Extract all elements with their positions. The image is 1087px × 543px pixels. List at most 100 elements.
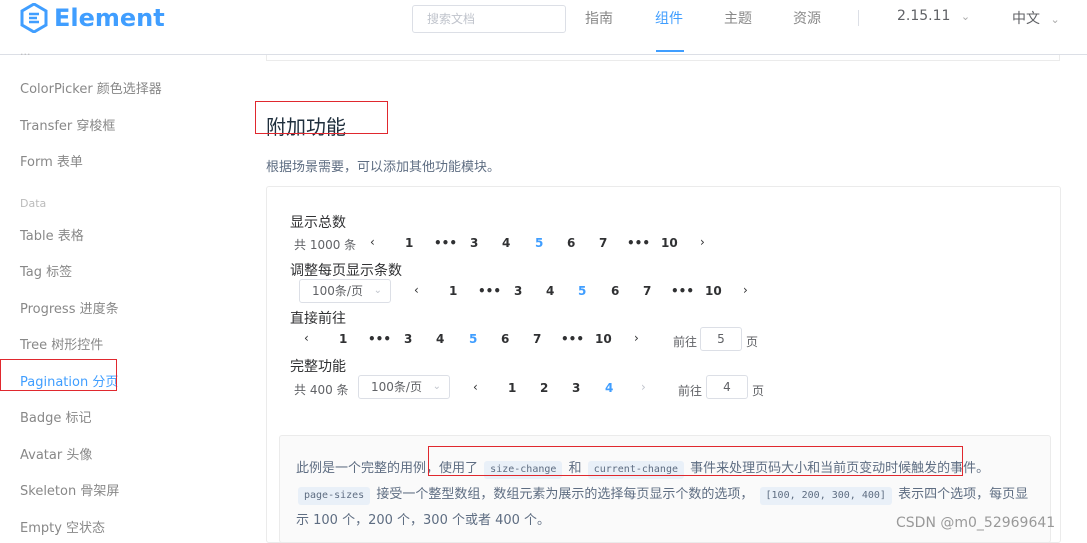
more-pages-icon[interactable]: ••• <box>478 284 501 298</box>
page-number[interactable]: 3 <box>514 284 522 298</box>
page-number[interactable]: 10 <box>705 284 722 298</box>
more-pages-icon[interactable]: ••• <box>561 332 584 346</box>
page-number-active[interactable]: 4 <box>605 381 613 395</box>
pagination-total: 共 400 条 <box>294 383 349 397</box>
search-input[interactable]: 搜索文档 <box>412 5 566 33</box>
goto-prefix: 前往 <box>678 384 703 398</box>
nav-component[interactable]: 组件 <box>655 8 683 28</box>
page-size-value: 100条/页 <box>371 380 422 394</box>
element-logo[interactable]: Element <box>20 2 165 34</box>
page-number-active[interactable]: 5 <box>469 332 477 346</box>
more-pages-icon[interactable]: ••• <box>368 332 391 346</box>
page-number[interactable]: 6 <box>611 284 619 298</box>
page-number[interactable]: 3 <box>404 332 412 346</box>
sidebar-item-avatar[interactable]: Avatar 头像 <box>20 444 92 463</box>
page-number[interactable]: 1 <box>339 332 347 346</box>
sidebar-item-transfer[interactable]: Transfer 穿梭框 <box>20 115 115 134</box>
page-size-select[interactable]: 100条/页 ⌄ <box>358 375 450 399</box>
version-select[interactable]: 2.15.11 ⌄ <box>897 8 970 24</box>
element-logo-icon <box>20 3 48 33</box>
page-number[interactable]: 6 <box>501 332 509 346</box>
version-label: 2.15.11 <box>897 8 951 24</box>
sidebar-item-badge[interactable]: Badge 标记 <box>20 407 92 426</box>
top-header: Element 搜索文档 指南 组件 主题 资源 2.15.11 ⌄ 中文 ⌄ <box>0 0 1087 55</box>
chevron-down-icon: ⌄ <box>960 10 971 23</box>
demo-label-total: 显示总数 <box>290 215 346 231</box>
sidebar-item-table[interactable]: Table 表格 <box>20 225 84 244</box>
demo-label-sizes: 调整每页显示条数 <box>290 263 402 279</box>
page-number[interactable]: 4 <box>546 284 554 298</box>
page-number[interactable]: 1 <box>405 236 413 250</box>
next-page-icon[interactable]: › <box>634 331 639 345</box>
page-number[interactable]: 4 <box>502 236 510 250</box>
demo-card: 显示总数 共 1000 条 ‹ 1 ••• 3 4 5 6 7 ••• 10 ›… <box>266 186 1061 543</box>
page-number[interactable]: 1 <box>508 381 516 395</box>
goto-page-input[interactable]: 4 <box>706 375 748 399</box>
more-pages-icon[interactable]: ••• <box>671 284 694 298</box>
page-number-active[interactable]: 5 <box>578 284 586 298</box>
code-sizes-array: [100, 200, 300, 400] <box>759 487 892 505</box>
sidebar-item-form[interactable]: Form 表单 <box>20 151 83 170</box>
section-description: 根据场景需要，可以添加其他功能模块。 <box>266 160 501 175</box>
code-page-sizes: page-sizes <box>298 487 371 505</box>
more-pages-icon[interactable]: ••• <box>434 236 457 250</box>
sidebar-item-tag[interactable]: Tag 标签 <box>20 261 72 280</box>
active-nav-underline <box>656 50 684 52</box>
page-number[interactable]: 7 <box>599 236 607 250</box>
demo-label-full: 完整功能 <box>290 359 346 375</box>
page-number[interactable]: 6 <box>567 236 575 250</box>
sidebar-item-tree[interactable]: Tree 树形控件 <box>20 334 103 353</box>
page-number-active[interactable]: 5 <box>535 236 543 250</box>
demo-preview: 显示总数 共 1000 条 ‹ 1 ••• 3 4 5 6 7 ••• 10 ›… <box>267 187 1060 423</box>
description-annotation-box <box>428 446 963 476</box>
sidebar-item-progress[interactable]: Progress 进度条 <box>20 298 119 317</box>
prev-page-icon[interactable]: ‹ <box>414 283 419 297</box>
nav-theme[interactable]: 主题 <box>724 8 752 28</box>
sidebar-partial-item: ... <box>20 45 31 58</box>
page-number[interactable]: 1 <box>449 284 457 298</box>
chevron-down-icon: ⌄ <box>1050 13 1060 26</box>
next-page-icon[interactable]: › <box>700 235 705 249</box>
page-number[interactable]: 7 <box>643 284 651 298</box>
chevron-down-icon: ⌄ <box>432 381 441 392</box>
prev-page-icon[interactable]: ‹ <box>473 380 478 394</box>
description-segment: 接受一个整型数组，数组元素为展示的选择每页显示个数的选项， <box>376 487 754 502</box>
logo-text: Element <box>54 4 165 32</box>
more-pages-icon[interactable]: ••• <box>627 236 650 250</box>
nav-divider <box>858 10 859 26</box>
nav-guide[interactable]: 指南 <box>585 8 613 28</box>
page-number[interactable]: 10 <box>661 236 678 250</box>
demo-label-jumper: 直接前往 <box>290 311 346 327</box>
goto-prefix: 前往 <box>673 335 698 349</box>
page-size-value: 100条/页 <box>312 284 363 298</box>
prev-page-icon[interactable]: ‹ <box>370 235 375 249</box>
next-page-icon: › <box>641 380 646 394</box>
language-select[interactable]: 中文 ⌄ <box>1012 8 1060 28</box>
previous-demo-card-edge <box>266 55 1060 61</box>
sidebar-item-colorpicker[interactable]: ColorPicker 颜色选择器 <box>20 78 162 97</box>
goto-suffix: 页 <box>746 335 759 349</box>
goto-suffix: 页 <box>752 384 765 398</box>
sidebar-item-skeleton[interactable]: Skeleton 骨架屏 <box>20 480 119 499</box>
page-number[interactable]: 7 <box>533 332 541 346</box>
sidebar-group-data: Data <box>20 197 47 210</box>
pagination-total: 共 1000 条 <box>294 238 357 252</box>
title-annotation-box <box>255 101 388 134</box>
description-segment: 此例是一个完整的用例， <box>296 461 440 476</box>
goto-page-input[interactable]: 5 <box>700 327 742 351</box>
nav-resource[interactable]: 资源 <box>793 8 821 28</box>
page-number[interactable]: 2 <box>540 381 548 395</box>
page-number[interactable]: 10 <box>595 332 612 346</box>
page-number[interactable]: 4 <box>436 332 444 346</box>
page-size-select[interactable]: 100条/页 ⌄ <box>299 279 391 303</box>
sidebar: ... ColorPicker 颜色选择器 Transfer 穿梭框 Form … <box>0 45 240 543</box>
chevron-down-icon: ⌄ <box>373 285 382 296</box>
language-label: 中文 <box>1012 11 1040 27</box>
next-page-icon[interactable]: › <box>743 283 748 297</box>
prev-page-icon[interactable]: ‹ <box>304 331 309 345</box>
sidebar-item-empty[interactable]: Empty 空状态 <box>20 517 105 536</box>
pagination-annotation-box <box>0 359 117 391</box>
watermark: CSDN @m0_52969641 <box>896 515 1056 531</box>
page-number[interactable]: 3 <box>470 236 478 250</box>
page-number[interactable]: 3 <box>572 381 580 395</box>
